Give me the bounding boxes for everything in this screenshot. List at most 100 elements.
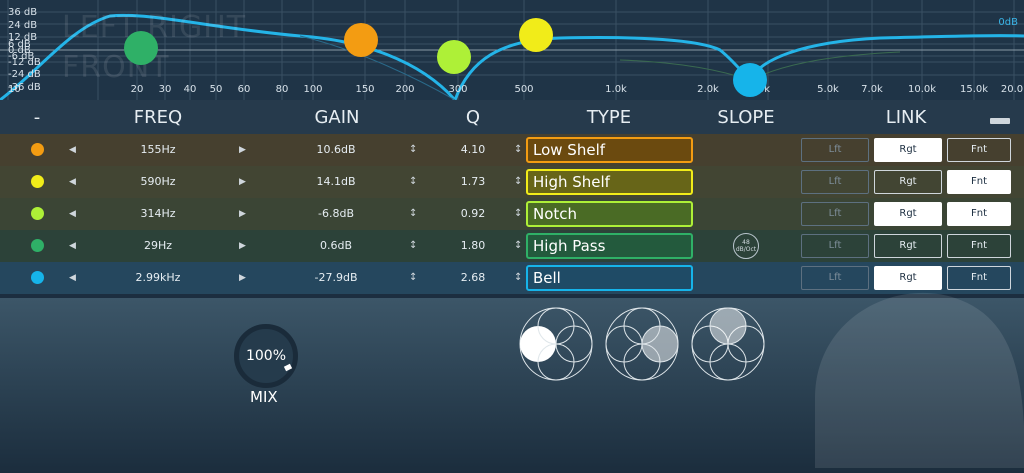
- gain-value[interactable]: 14.1dB: [316, 166, 355, 198]
- freq-axis-label: 1.0k: [605, 84, 627, 95]
- band-row[interactable]: ◀ 29Hz ▶ 0.6dB ↕ 1.80 ↕ High Pass 48 dB/Oct Lft Rg…: [0, 230, 1024, 262]
- freq-decrease-arrow[interactable]: ◀: [69, 230, 76, 262]
- slope-knob[interactable]: 48 dB/Oct: [733, 233, 759, 259]
- q-spinner[interactable]: ↕: [514, 166, 522, 198]
- band-row[interactable]: ◀ 155Hz ▶ 10.6dB ↕ 4.10 ↕ Low Shelf Lft Rgt Fnt: [0, 134, 1024, 166]
- band-node-notch[interactable]: [437, 40, 471, 74]
- q-spinner[interactable]: ↕: [514, 198, 522, 230]
- q-spinner[interactable]: ↕: [514, 134, 522, 166]
- link-right-button[interactable]: Rgt: [874, 138, 942, 162]
- freq-axis-label: 300: [448, 84, 468, 95]
- channel-selector-left[interactable]: [519, 307, 593, 381]
- gain-spinner[interactable]: ↕: [409, 262, 417, 294]
- freq-axis-label: 30: [158, 84, 172, 95]
- slope-header: SLOPE: [717, 107, 775, 128]
- band-node-low-shelf[interactable]: [344, 23, 378, 57]
- link-front-button[interactable]: Fnt: [947, 234, 1011, 258]
- filter-type-select[interactable]: Bell: [526, 265, 693, 291]
- band-color-dot: [31, 239, 44, 252]
- freq-increase-arrow[interactable]: ▶: [239, 166, 246, 198]
- filter-type-select[interactable]: Low Shelf: [526, 137, 693, 163]
- mix-knob[interactable]: 100%: [234, 324, 298, 388]
- freq-increase-arrow[interactable]: ▶: [239, 262, 246, 294]
- channel-selectors: [519, 307, 765, 381]
- gain-spinner[interactable]: ↕: [409, 230, 417, 262]
- gain-value[interactable]: -6.8dB: [318, 198, 354, 230]
- q-value[interactable]: 4.10: [461, 134, 486, 166]
- filter-type-select[interactable]: High Pass: [526, 233, 693, 259]
- link-front-button[interactable]: Fnt: [947, 138, 1011, 162]
- freq-value[interactable]: 314Hz: [140, 198, 175, 230]
- db-label: -12 dB: [8, 57, 41, 68]
- gain-spinner[interactable]: ↕: [409, 134, 417, 166]
- freq-axis-label: 150: [355, 84, 375, 95]
- logo-watermark: [815, 292, 1024, 468]
- band-node-high-pass[interactable]: [124, 31, 158, 65]
- gain-value[interactable]: -27.9dB: [315, 262, 358, 294]
- db-label: 24 dB: [8, 20, 38, 31]
- band-row[interactable]: ◀ 314Hz ▶ -6.8dB ↕ 0.92 ↕ Notch Lft Rgt Fnt: [0, 198, 1024, 230]
- link-left-button[interactable]: Lft: [801, 202, 869, 226]
- band-row[interactable]: ◀ 590Hz ▶ 14.1dB ↕ 1.73 ↕ High Shelf Lft Rgt Fnt: [0, 166, 1024, 198]
- freq-increase-arrow[interactable]: ▶: [239, 198, 246, 230]
- band-color-dot: [31, 271, 44, 284]
- link-front-button[interactable]: Fnt: [947, 202, 1011, 226]
- channel-selector-right[interactable]: [605, 307, 679, 381]
- link-right-button[interactable]: Rgt: [874, 202, 942, 226]
- freq-value[interactable]: 155Hz: [140, 134, 175, 166]
- link-right-button[interactable]: Rgt: [874, 234, 942, 258]
- q-value[interactable]: 1.73: [461, 166, 486, 198]
- link-left-button[interactable]: Lft: [801, 234, 869, 258]
- eq-graph[interactable]: LEFT RIGHT FRONT 0dB 36 dB 24 dB 12 dB 6…: [0, 0, 1024, 100]
- mix-label: MIX: [250, 388, 278, 406]
- link-right-button[interactable]: Rgt: [874, 170, 942, 194]
- band-color-dot: [31, 175, 44, 188]
- collapse-toggle[interactable]: -: [34, 100, 41, 134]
- channel-selector-front[interactable]: [691, 307, 765, 381]
- freq-axis-label: 50: [209, 84, 223, 95]
- gain-value[interactable]: 0.6dB: [320, 230, 352, 262]
- gain-value[interactable]: 10.6dB: [316, 134, 355, 166]
- freq-axis-label: 500: [514, 84, 534, 95]
- freq-decrease-arrow[interactable]: ◀: [69, 262, 76, 294]
- freq-increase-arrow[interactable]: ▶: [239, 230, 246, 262]
- freq-decrease-arrow[interactable]: ◀: [69, 198, 76, 230]
- band-node-bell[interactable]: [733, 63, 767, 97]
- freq-axis-label: 100: [303, 84, 323, 95]
- q-spinner[interactable]: ↕: [514, 262, 522, 294]
- freq-axis-label: 15.0k: [959, 84, 989, 95]
- q-value[interactable]: 1.80: [461, 230, 486, 262]
- freq-increase-arrow[interactable]: ▶: [239, 134, 246, 166]
- freq-axis-label: 2.0k: [697, 84, 719, 95]
- q-value[interactable]: 2.68: [461, 262, 486, 294]
- lower-panel: 100% MIX: [0, 292, 1024, 473]
- gain-spinner[interactable]: ↕: [409, 166, 417, 198]
- freq-value[interactable]: 29Hz: [144, 230, 172, 262]
- freq-value[interactable]: 2.99kHz: [136, 262, 181, 294]
- band-color-dot: [31, 207, 44, 220]
- mix-value: 100%: [245, 348, 287, 364]
- link-left-button[interactable]: Lft: [801, 138, 869, 162]
- link-left-button[interactable]: Lft: [801, 170, 869, 194]
- band-node-high-shelf[interactable]: [519, 18, 553, 52]
- band-color-dot: [31, 143, 44, 156]
- freq-header: FREQ: [133, 107, 183, 128]
- freq-axis-label: 5.0k: [817, 84, 839, 95]
- minimize-button[interactable]: [990, 118, 1010, 124]
- q-header: Q: [465, 107, 481, 128]
- filter-type-select[interactable]: Notch: [526, 201, 693, 227]
- db-label: 36 dB: [8, 7, 38, 18]
- freq-value[interactable]: 590Hz: [140, 166, 175, 198]
- freq-decrease-arrow[interactable]: ◀: [69, 166, 76, 198]
- q-spinner[interactable]: ↕: [514, 230, 522, 262]
- freq-axis-label: 10.0k: [907, 84, 937, 95]
- freq-decrease-arrow[interactable]: ◀: [69, 134, 76, 166]
- filter-type-select[interactable]: High Shelf: [526, 169, 693, 195]
- zero-db-label: 0dB: [998, 17, 1018, 28]
- band-table-header: - FREQ GAIN Q TYPE SLOPE LINK: [0, 100, 1024, 134]
- link-front-button[interactable]: Fnt: [947, 170, 1011, 194]
- gain-spinner[interactable]: ↕: [409, 198, 417, 230]
- freq-axis-label: 60: [237, 84, 251, 95]
- q-value[interactable]: 0.92: [461, 198, 486, 230]
- db-label: -24 dB: [8, 69, 41, 80]
